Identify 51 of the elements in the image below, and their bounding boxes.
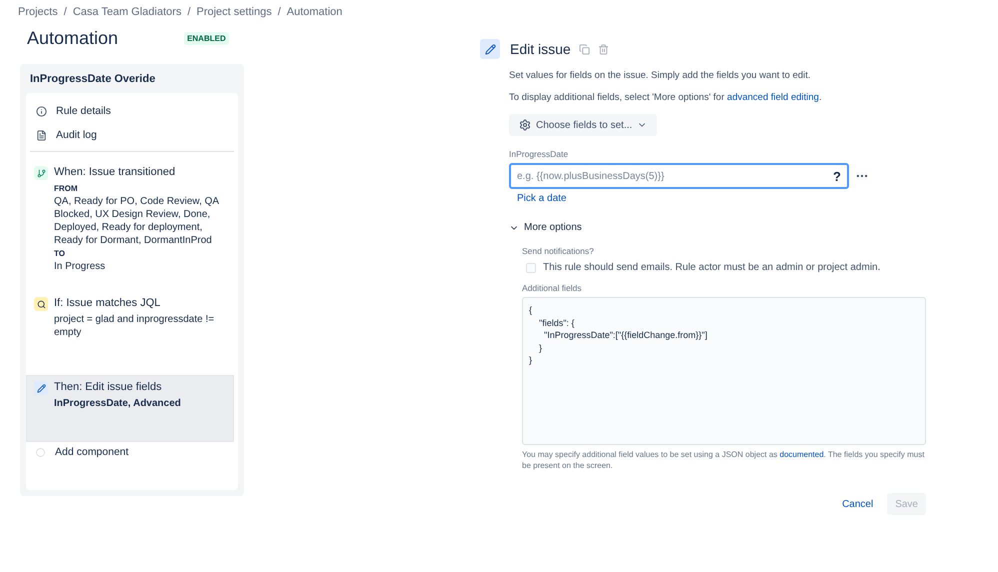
pick-date-link[interactable]: Pick a date [517,193,930,204]
additional-fields-label: Additional fields [522,283,583,293]
step-caption: TO [54,248,66,260]
pencil-icon [34,381,48,395]
intro-text: Set values for fields on the issue. Simply add the fields you want to edit. [509,70,812,81]
cancel-button[interactable]: Cancel [834,493,882,515]
rule-step[interactable]: Then: Edit issue fields InProgressDate, Advanced [26,375,234,442]
menu-item[interactable]: Rule details [26,99,238,123]
branch-icon [34,166,48,180]
checkbox-label: This rule should send emails. Rule actor must be an admin or project admin. [543,262,880,273]
search-icon [34,297,48,311]
help-glyph[interactable]: ? [833,168,841,184]
editor-title: Edit issue [510,41,571,57]
json-editor-field[interactable]: { "fields": { "InProgressDate":["{{fieldChange.from}}"] } } [522,297,926,445]
step-title: If: Issue matches JQL [54,297,162,310]
step-detail: InProgressDate, Advanced [54,397,181,410]
step-caption: FROM [54,183,79,195]
breadcrumb-separator: / [64,6,67,18]
choose-fields-button[interactable]: Choose fields to set... [509,114,658,136]
hint-text: To display additional fields, select 'More options' for advanced field editing. [509,92,823,103]
settings-icon [519,119,531,131]
info-icon [36,106,47,116]
status-lozenge: ENABLED [184,32,229,45]
breadcrumb-link[interactable]: Automation [286,6,342,18]
copy-icon[interactable] [578,44,590,54]
trash-icon[interactable] [598,44,609,54]
breadcrumb-link[interactable]: Projects [18,6,58,18]
add-component-item[interactable]: Add component [26,446,238,458]
page-title: Automation [27,28,118,49]
breadcrumb-separator: / [278,6,281,18]
more-options-toggle[interactable]: More options [509,222,930,233]
field-label: InProgressDate [509,149,570,159]
document-icon [36,130,47,140]
pencil-icon [480,39,500,59]
rule-name: InProgressDate Overide [30,73,156,85]
advanced-editing-link[interactable]: advanced field editing [727,92,819,103]
breadcrumb-link[interactable]: Casa Team Gladiators [72,6,182,18]
menu-item[interactable]: Audit log [26,123,238,147]
step-title: Then: Edit issue fields [54,381,163,394]
help-note: You may specify additional field values to be set using a JSON object as documented. The fields you specify must be present on the screen. [522,449,926,471]
date-input-field[interactable]: e.g. {{now.plusBusinessDays(5)}} ? [509,163,849,189]
breadcrumb-link[interactable]: Project settings [196,6,272,18]
documented-link[interactable]: documented [780,450,824,459]
step-detail: project = glad and inprogressdate != empty [54,313,216,339]
breadcrumb-separator: / [187,6,190,18]
circle-icon [36,448,45,456]
step-title: When: Issue transitioned [54,166,176,179]
checkbox[interactable] [526,262,536,272]
step-detail: In Progress [54,260,106,273]
notify-label: Send notifications? [522,246,595,256]
step-detail: QA, Ready for PO, Code Review, QA Blocked, UX Design Review, Done, Deployed, Ready for deployment, Ready for Dormant, DormantInProd [54,195,220,247]
